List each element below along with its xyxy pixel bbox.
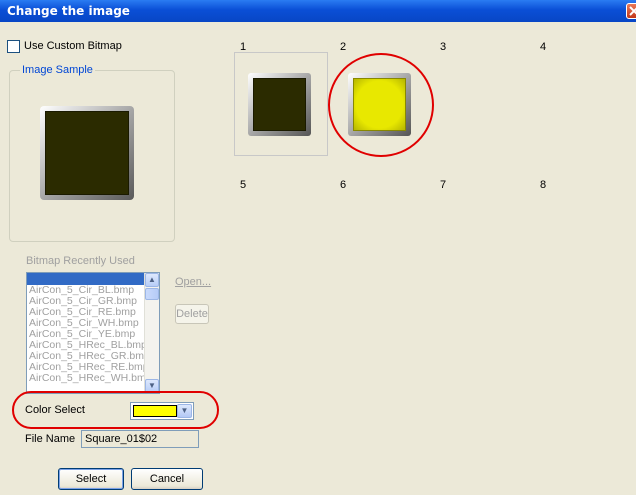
highlight-oval-tile-2	[328, 53, 434, 157]
chevron-down-icon: ▼	[148, 381, 156, 390]
grid-number-7: 7	[440, 179, 447, 191]
title-bar: Change the image	[0, 0, 636, 22]
close-button[interactable]	[626, 3, 636, 19]
bitmap-tile-1[interactable]	[248, 73, 311, 136]
highlight-oval-color-select	[12, 391, 219, 429]
grid-number-5: 5	[240, 179, 247, 191]
grid-number-2: 2	[340, 41, 347, 53]
image-sample-swatch	[45, 111, 129, 195]
chevron-up-icon: ▲	[148, 275, 156, 284]
cancel-button[interactable]: Cancel	[131, 468, 203, 490]
recent-bitmap-list[interactable]: AirCon_5_Cir_BL.bmp AirCon_5_Cir_GR.bmp …	[26, 272, 160, 394]
grid-number-8: 8	[540, 179, 547, 191]
image-sample-preview	[40, 106, 134, 200]
select-button[interactable]: Select	[58, 468, 124, 490]
open-button[interactable]: Open...	[175, 276, 211, 288]
file-name-label: File Name	[25, 433, 76, 445]
bitmap-tile-1-swatch	[253, 78, 306, 131]
list-item[interactable]: AirCon_5_HRec_WH.bmp	[27, 373, 159, 384]
grid-number-6: 6	[340, 179, 347, 191]
close-icon	[629, 6, 636, 16]
window-title: Change the image	[7, 4, 130, 18]
grid-number-4: 4	[540, 41, 547, 53]
use-custom-bitmap-label[interactable]: Use Custom Bitmap	[24, 40, 122, 52]
dialog-body: Use Custom Bitmap Image Sample 1 2 3 4 5…	[0, 22, 636, 495]
file-name-field[interactable]: Square_01$02	[81, 430, 199, 448]
image-sample-legend: Image Sample	[20, 64, 95, 76]
image-sample-group: Image Sample	[9, 64, 175, 242]
scroll-up-button[interactable]: ▲	[145, 273, 159, 287]
scroll-thumb[interactable]	[145, 288, 159, 300]
delete-button[interactable]: Delete	[175, 304, 209, 324]
use-custom-bitmap-checkbox[interactable]	[7, 40, 20, 53]
grid-number-3: 3	[440, 41, 447, 53]
list-scrollbar[interactable]: ▲ ▼	[144, 273, 159, 393]
recent-bitmap-label: Bitmap Recently Used	[26, 255, 135, 267]
